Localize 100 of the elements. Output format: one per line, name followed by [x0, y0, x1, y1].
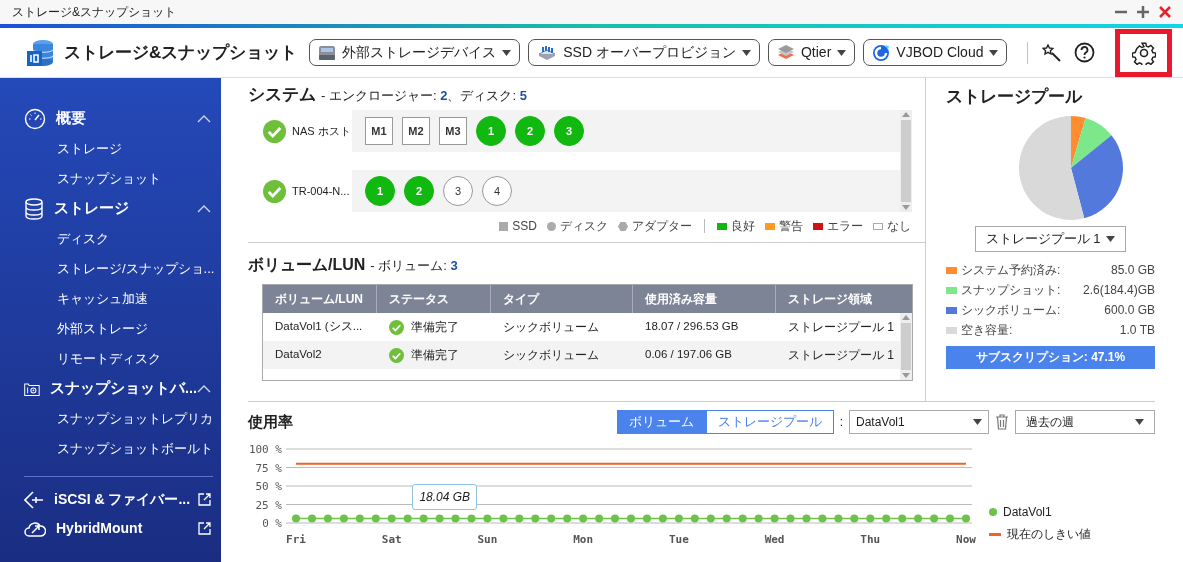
volume-select[interactable]: DataVol1	[849, 410, 989, 434]
data-point	[483, 514, 492, 523]
data-point	[818, 514, 827, 523]
cloud-swirl-icon	[872, 43, 891, 62]
data-point	[690, 514, 699, 523]
dropdown-button[interactable]: VJBOD Cloud	[863, 39, 1008, 66]
table-cell-text: シックボリューム	[502, 347, 600, 364]
sidebar-group[interactable]: スナップショットバ...	[49, 378, 197, 400]
sidebar-item[interactable]: スナップショットボールト	[57, 434, 219, 464]
table-cell-text: ストレージプール 1	[787, 319, 895, 336]
ssd-slot[interactable]: M3	[439, 117, 467, 145]
disk-slot[interactable]: 3	[443, 176, 473, 206]
y-tick-label: 50 %	[255, 480, 282, 493]
window-title: ストレージ&スナップショット	[12, 4, 176, 21]
dropdown-button[interactable]: Qtier	[767, 39, 856, 66]
data-point	[451, 514, 460, 523]
legend-label: ディスク	[560, 218, 608, 235]
layers-icon	[776, 44, 795, 61]
sidebar-item[interactable]: リモートディスク	[57, 344, 219, 374]
ssd-slot[interactable]: M1	[365, 117, 393, 145]
drive-icon	[318, 44, 337, 61]
data-point	[643, 514, 651, 523]
sidebar-item[interactable]: スナップショットレプリカ	[57, 404, 219, 434]
external-link-icon[interactable]	[198, 493, 211, 506]
x-tick-label: Fri	[286, 533, 306, 546]
legend-label: DataVol1	[1003, 504, 1052, 521]
sidebar-item[interactable]: スナップショット	[57, 164, 219, 194]
data-point	[419, 514, 428, 523]
sidebar-item[interactable]: ストレージ/スナップショ...	[57, 254, 219, 284]
x-tick-label: Thu	[860, 533, 881, 546]
disk-slot[interactable]: 4	[482, 176, 512, 206]
table-cell-text: ストレージプール 1	[787, 347, 895, 364]
x-tick-label: Sat	[381, 533, 402, 546]
data-point	[371, 514, 380, 523]
legend-label: スナップショット	[961, 282, 1057, 299]
help-icon[interactable]	[1074, 42, 1096, 63]
database-icon	[24, 198, 44, 220]
section-title: ボリューム/LUN	[248, 255, 366, 275]
data-point	[323, 514, 332, 523]
data-point	[786, 514, 795, 523]
sidebar-link[interactable]: iSCSI & ファイバー...	[54, 489, 198, 510]
table-cell-text: 準備完了	[411, 347, 459, 364]
data-point	[930, 514, 939, 523]
sidebar-item[interactable]: ディスク	[57, 224, 219, 254]
caret-icon	[989, 49, 999, 56]
dropdown-button[interactable]: 外部ストレージデバイス	[309, 39, 521, 66]
data-point	[547, 514, 556, 523]
magic-wand-icon[interactable]	[1042, 42, 1063, 63]
legend-label: 警告	[779, 218, 803, 235]
dropdown-button[interactable]: SSD オーバープロビジョン	[528, 39, 760, 66]
settings-button[interactable]	[1115, 28, 1173, 77]
legend-value: 600.0 GB	[1104, 302, 1155, 319]
chevron-up-icon[interactable]	[197, 115, 211, 123]
data-point	[595, 514, 604, 523]
sidebar-group[interactable]: 概要	[56, 108, 197, 130]
data-point	[355, 514, 364, 523]
data-point	[914, 514, 923, 523]
data-point	[611, 514, 619, 523]
circle-icon	[547, 221, 556, 231]
check-icon	[263, 119, 286, 143]
data-point	[435, 514, 444, 523]
data-point	[339, 514, 348, 523]
ssd-slot[interactable]: M2	[402, 117, 430, 145]
y-tick-label: 0 %	[262, 517, 282, 530]
legend-label: エラー	[827, 218, 863, 235]
period-select[interactable]: 過去の週	[1015, 410, 1155, 434]
tab[interactable]: ストレージプール	[705, 410, 834, 434]
data-point	[738, 514, 747, 523]
sidebar-group[interactable]: ストレージ	[54, 198, 197, 220]
maximize-icon[interactable]	[1137, 6, 1149, 18]
caret-icon	[837, 49, 847, 56]
chevron-up-icon[interactable]	[197, 385, 211, 393]
data-point	[403, 514, 412, 523]
chart-tooltip: 18.04 GB	[412, 484, 478, 510]
separator-text: :	[839, 414, 843, 431]
data-point	[722, 514, 731, 523]
legend-label: なし	[887, 218, 911, 235]
sidebar-item[interactable]: 外部ストレージ	[57, 314, 219, 344]
data-point	[834, 514, 843, 523]
table-cell-text: シックボリューム	[502, 319, 600, 336]
column-header[interactable]: ストレージ領域	[776, 285, 910, 313]
external-link-icon[interactable]	[198, 522, 211, 535]
data-point	[292, 514, 300, 523]
sidebar-item[interactable]: ストレージ	[57, 134, 219, 164]
data-point	[467, 514, 476, 523]
data-point	[706, 514, 715, 523]
legend-label: 現在のしきい値	[1007, 526, 1091, 543]
close-icon[interactable]	[1159, 6, 1171, 18]
tab[interactable]: ボリューム	[616, 410, 706, 434]
table-cell-text: DataVol1 (シス...	[274, 319, 364, 335]
data-point	[802, 514, 811, 523]
pool-select[interactable]: ストレージプール 1	[974, 225, 1127, 252]
table-cell-text: 18.07 / 296.53 GB	[644, 319, 740, 335]
iscsi-icon	[24, 490, 44, 509]
chevron-up-icon[interactable]	[197, 205, 211, 213]
sidebar-link[interactable]: HybridMount	[56, 518, 198, 539]
sidebar-item[interactable]: キャッシュ加速	[57, 284, 219, 314]
app-logo-icon	[26, 38, 56, 67]
check-icon	[389, 319, 404, 335]
trash-icon[interactable]	[995, 414, 1009, 430]
